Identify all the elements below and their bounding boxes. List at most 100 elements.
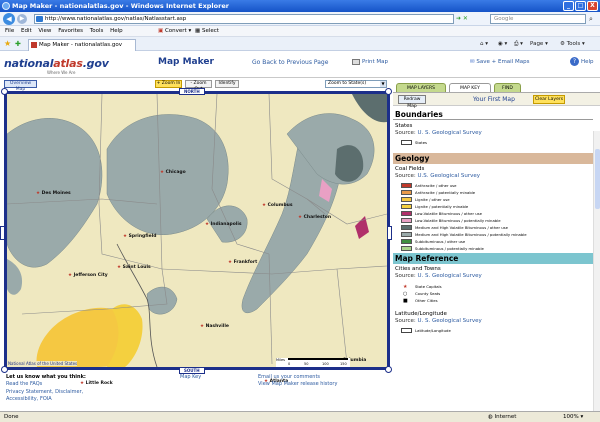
back-button[interactable]: ◀ [3, 13, 15, 25]
zoom-state-value: Zoom to State(s) [328, 81, 367, 86]
menu-file[interactable]: File [5, 26, 14, 37]
scale-tick: 50 [304, 362, 309, 366]
accessibility-link[interactable]: Accessibility, FOIA [6, 396, 52, 402]
menu-favorites[interactable]: Favorites [58, 26, 83, 37]
states-swatch-label: States [415, 140, 428, 145]
favorites-star-icon[interactable]: ★ [4, 37, 11, 51]
forward-button[interactable]: ▶ [17, 14, 27, 24]
zoom-to-state-select[interactable]: Zoom to State(s) ▼ [325, 80, 387, 88]
maximize-button[interactable]: □ [575, 1, 586, 11]
zoom-level-value: 100% [563, 414, 579, 420]
search-input[interactable]: Google [490, 14, 586, 24]
city-name: Jefferson City [73, 273, 108, 278]
logo-suffix: .gov [82, 57, 109, 70]
page-scrollbar[interactable] [593, 131, 600, 411]
convert-button[interactable]: ▣ Convert ▾ [158, 26, 191, 37]
home-icon[interactable]: ⌂ ▾ [480, 37, 488, 51]
close-button[interactable]: X [587, 1, 598, 11]
add-favorite-icon[interactable]: ✚ [15, 37, 21, 51]
faqs-link[interactable]: Read the FAQs [6, 381, 42, 387]
zoom-in-button[interactable]: + Zoom In [155, 80, 182, 88]
tab-map-key[interactable]: MAP KEY [449, 83, 491, 92]
minimize-button[interactable]: _ [563, 1, 574, 11]
identify-button[interactable]: Identify [215, 80, 239, 88]
map-canvas[interactable] [7, 94, 387, 367]
print-icon[interactable]: ⎙ ▾ [514, 37, 523, 51]
privacy-link[interactable]: Privacy Statement, Disclaimer, [6, 389, 83, 395]
print-map-link[interactable]: Print Map [352, 57, 388, 67]
city-name: Chicago [165, 170, 186, 175]
save-email-label: Save + Email Maps [476, 59, 530, 65]
pdf-icon: ▣ [158, 28, 164, 34]
boundaries-layer: States [395, 123, 413, 129]
save-email-link[interactable]: ✉ Save + Email Maps [470, 57, 529, 67]
tools-menu[interactable]: ⚙ Tools ▾ [560, 37, 585, 51]
redraw-map-button[interactable]: Redraw Map [398, 95, 426, 109]
scale-tick: 100 [322, 362, 329, 366]
coal-legend-label: Medium and High Volatile Bituminous / ot… [415, 225, 508, 230]
pan-north-button[interactable]: NORTH [179, 88, 205, 95]
scale-tick: 0 [288, 362, 291, 366]
tab-map-layers[interactable]: MAP LAYERS [396, 83, 446, 92]
latlong-source-link[interactable]: U. S. Geological Survey [418, 318, 482, 324]
pan-northwest-button[interactable] [1, 88, 8, 95]
geology-layer: Coal Fields [395, 166, 425, 172]
overview-map-button[interactable]: Overview Map [4, 80, 37, 92]
reference-source: Source: U. S. Geological Survey [395, 273, 482, 280]
menu-edit[interactable]: Edit [21, 26, 32, 37]
menu-help[interactable]: Help [110, 26, 123, 37]
email-link[interactable]: Email us your comments [258, 374, 320, 380]
go-back-link[interactable]: Go Back to Previous Page [252, 59, 328, 66]
coal-legend-label: Medium and High Volatile Bituminous / po… [415, 232, 527, 237]
pan-west-button[interactable] [0, 226, 5, 240]
source-label: Source: [395, 273, 416, 279]
window-title: Map Maker - nationalatlas.gov - Windows … [12, 2, 229, 10]
latlong-source: Source: U. S. Geological Survey [395, 318, 482, 325]
source-label: Source: [395, 130, 416, 136]
coal-legend-label: Lignite / other use [415, 197, 450, 202]
coal-legend-label: Subbituminous / other use [415, 239, 466, 244]
clear-layers-button[interactable]: Clear Layers [533, 95, 565, 104]
search-icon[interactable]: ⌕ [589, 14, 598, 24]
city-name: Saint Louis [122, 265, 151, 270]
map-city-label: ★ Nashville [200, 324, 229, 329]
address-input[interactable]: http://www.nationalatlas.gov/natlas/Natl… [34, 14, 454, 24]
page-menu[interactable]: Page ▾ [530, 37, 548, 51]
scale-units: Miles [276, 358, 285, 362]
zoom-out-button[interactable]: - Zoom Out [185, 80, 212, 92]
site-header: nationalatlas.gov Where We Are Map Maker… [0, 51, 600, 78]
convert-label: Convert [164, 28, 187, 34]
help-link[interactable]: ? Help [570, 57, 594, 67]
select-label: Select [201, 28, 219, 34]
feeds-icon[interactable]: ◉ ▾ [498, 37, 507, 51]
map-viewport[interactable] [4, 91, 390, 370]
boundaries-heading: Boundaries [393, 109, 593, 120]
geology-source-link[interactable]: U.S. Geological Survey [418, 173, 481, 179]
zoom-level[interactable]: 100% ▾ [563, 412, 583, 422]
pan-northeast-button[interactable] [385, 88, 392, 95]
states-swatch [401, 140, 412, 145]
boundaries-source-link[interactable]: U. S. Geological Survey [418, 130, 482, 136]
scrollbar-thumb[interactable] [595, 149, 600, 209]
pan-east-button[interactable] [387, 226, 392, 240]
menu-view[interactable]: View [38, 26, 51, 37]
release-history-link[interactable]: View Map Maker release history [258, 381, 337, 387]
reference-source-link[interactable]: U. S. Geological Survey [418, 273, 482, 279]
map-name: Your First Map [473, 96, 515, 103]
coal-legend-swatch [401, 197, 412, 202]
browser-tab[interactable]: Map Maker - nationalatlas.gov [28, 39, 136, 51]
select-button[interactable]: ▦ Select [195, 26, 219, 37]
coal-field-wv-other-use [335, 145, 364, 182]
map-city-label: ★ Jefferson City [68, 273, 108, 278]
favorites-bar: ★ ✚ Map Maker - nationalatlas.gov ⌂ ▾ ◉ … [0, 37, 600, 51]
coal-legend-swatch [401, 239, 412, 244]
map-city-label: ★ Frankfort [228, 260, 257, 265]
nationalatlas-logo[interactable]: nationalatlas.gov [4, 57, 109, 70]
latlong-swatch [401, 328, 412, 333]
menu-tools[interactable]: Tools [90, 26, 104, 37]
map-key-link[interactable]: Map Key [180, 374, 201, 380]
status-text: Done [4, 414, 19, 420]
refresh-stop-icon[interactable]: ➜ ✕ [456, 14, 486, 24]
tab-find[interactable]: FIND [494, 83, 521, 92]
coal-legend-label: Anthracite / other use [415, 183, 457, 188]
